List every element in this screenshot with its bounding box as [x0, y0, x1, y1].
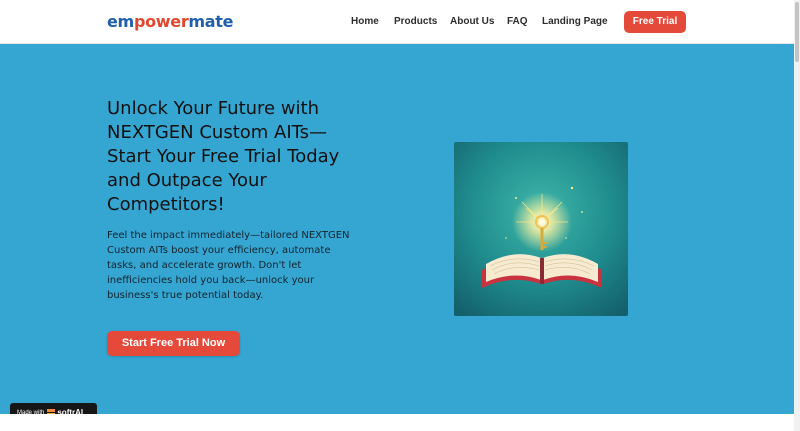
nav-faq[interactable]: FAQ	[507, 16, 528, 27]
nav-home[interactable]: Home	[351, 16, 379, 27]
site-header: empowermate Home Products About Us FAQ L…	[0, 0, 800, 44]
page-scrollbar[interactable]	[794, 0, 800, 431]
logo-text-power: power	[133, 12, 189, 31]
open-book-key-illustration	[454, 142, 628, 316]
hero-illustration	[454, 142, 628, 316]
logo-text-mate: mate	[188, 12, 234, 31]
hero-headline: Unlock Your Future with NEXTGEN Custom A…	[107, 98, 340, 215]
hero-subtext: Feel the impact immediately—tailored NEX…	[107, 230, 350, 301]
nav-landing-page[interactable]: Landing Page	[542, 16, 608, 27]
scrollbar-thumb[interactable]	[795, 2, 799, 62]
logo-text-em: em	[107, 12, 134, 31]
start-free-trial-button[interactable]: Start Free Trial Now	[107, 331, 240, 356]
free-trial-button[interactable]: Free Trial	[624, 11, 686, 33]
next-section	[0, 414, 794, 431]
nav-about-us[interactable]: About Us	[450, 16, 494, 27]
logo[interactable]: empowermate	[107, 12, 234, 31]
nav-products[interactable]: Products	[394, 16, 437, 27]
